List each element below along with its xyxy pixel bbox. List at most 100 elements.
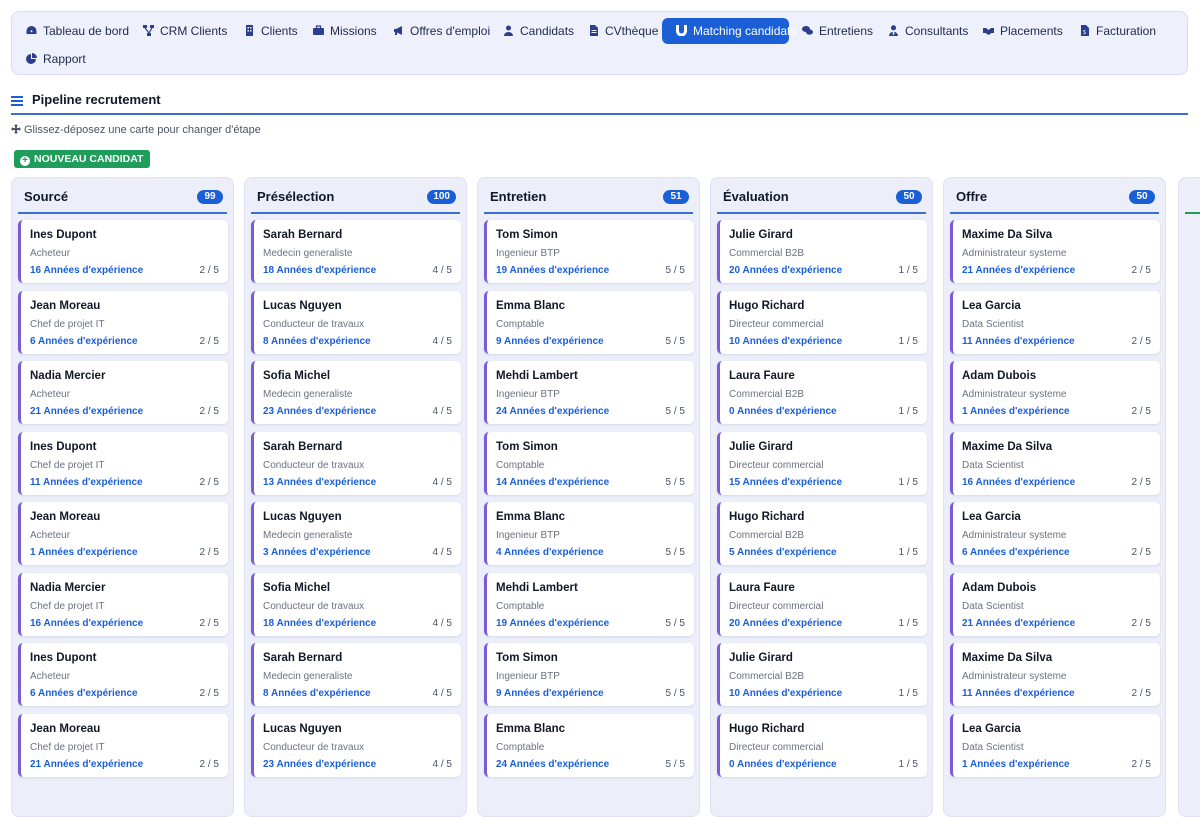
candidate-card[interactable]: Laura Faure Directeur commercial 20 Années… xyxy=(717,573,927,636)
candidate-experience: 9 Années d'expérience xyxy=(496,336,604,347)
candidate-card[interactable]: Emma Blanc Comptable 24 Années d'expérienc… xyxy=(484,714,694,777)
candidate-card[interactable]: Julie Girard Commercial B2B 20 Années d'ex… xyxy=(717,220,927,283)
candidate-role: Administrateur systeme xyxy=(962,248,1067,259)
candidate-card[interactable]: Ines Dupont Acheteur 6 Années d'expérience… xyxy=(18,643,228,706)
nav-tableau-de-bord[interactable]: Tableau de bord xyxy=(26,18,129,44)
candidate-card[interactable]: Tom Simon Comptable 14 Années d'expérience… xyxy=(484,432,694,495)
candidate-card[interactable]: Adam Dubois Data Scientist 21 Années d'exp… xyxy=(950,573,1160,636)
candidate-name: Maxime Da Silva xyxy=(962,229,1053,241)
candidate-card[interactable]: Jean Moreau Acheteur 1 Années d'expérience… xyxy=(18,502,228,565)
candidate-name: Ines Dupont xyxy=(30,229,97,241)
candidate-card[interactable]: Lea Garcia Data Scientist 1 Années d'expér… xyxy=(950,714,1160,777)
magnet-icon xyxy=(676,19,687,37)
candidate-card[interactable]: Maxime Da Silva Administrateur systeme 21 … xyxy=(950,220,1160,283)
candidate-experience: 21 Années d'expérience xyxy=(962,265,1076,276)
briefcase-icon xyxy=(313,19,324,35)
candidate-experience: 1 Années d'expérience xyxy=(962,759,1070,770)
candidate-name: Maxime Da Silva xyxy=(962,652,1053,664)
candidate-card[interactable]: Sofia Michel Medecin generaliste 23 Années… xyxy=(251,361,461,424)
candidate-experience: 24 Années d'expérience xyxy=(496,406,610,417)
candidate-card[interactable]: Maxime Da Silva Data Scientist 16 Années d… xyxy=(950,432,1160,495)
candidate-card[interactable]: Lea Garcia Data Scientist 11 Années d'expé… xyxy=(950,291,1160,354)
column-title: Évaluation xyxy=(723,189,789,204)
candidate-name: Lucas Nguyen xyxy=(263,511,342,523)
column-count-badge: 100 xyxy=(427,190,456,204)
column-divider xyxy=(18,212,227,214)
candidate-card[interactable]: Lea Garcia Administrateur systeme 6 Années… xyxy=(950,502,1160,565)
nav-cvtheque[interactable]: CVthèque xyxy=(588,18,658,44)
new-candidate-button[interactable]: + NOUVEAU CANDIDAT xyxy=(14,150,151,168)
nav-facturation[interactable]: $ Facturation xyxy=(1079,18,1156,44)
candidate-card[interactable]: Hugo Richard Directeur commercial 10 Année… xyxy=(717,291,927,354)
candidate-name: Jean Moreau xyxy=(30,723,101,735)
nav-entretiens[interactable]: Entretiens xyxy=(802,18,873,44)
candidate-score: 5 / 5 xyxy=(665,618,685,629)
candidate-card[interactable]: Lucas Nguyen Medecin generaliste 3 Années … xyxy=(251,502,461,565)
candidate-card[interactable]: Tom Simon Ingenieur BTP 9 Années d'expérie… xyxy=(484,643,694,706)
user-icon xyxy=(503,19,514,36)
candidate-card[interactable]: Mehdi Lambert Comptable 19 Années d'expéri… xyxy=(484,573,694,636)
candidate-role: Acheteur xyxy=(30,248,71,259)
candidate-card[interactable]: Jean Moreau Chef de projet IT 21 Années d'… xyxy=(18,714,228,777)
candidate-card[interactable]: Hugo Richard Directeur commercial 0 Années… xyxy=(717,714,927,777)
nav-missions[interactable]: Missions xyxy=(313,18,377,44)
candidate-card[interactable]: Sofia Michel Conducteur de travaux 18 Anné… xyxy=(251,573,461,636)
kanban-column: Entretien 51 Tom Simon Ingenieur BTP 19 Anné… xyxy=(477,177,700,817)
candidate-card[interactable]: Adam Dubois Administrateur systeme 1 Année… xyxy=(950,361,1160,424)
candidate-name: Ines Dupont xyxy=(30,441,97,453)
candidate-score: 4 / 5 xyxy=(432,406,452,417)
candidate-experience: 16 Années d'expérience xyxy=(962,477,1076,488)
nav-matching-candidats[interactable]: Matching candidats xyxy=(662,18,796,44)
svg-text:$: $ xyxy=(1083,30,1086,36)
nav-offres-emploi[interactable]: Offres d'emploi xyxy=(393,18,490,44)
candidate-card[interactable]: Sarah Bernard Medecin generaliste 18 Année… xyxy=(251,220,461,283)
nav-consultants[interactable]: Consultants xyxy=(888,18,968,44)
handshake-icon xyxy=(983,19,994,35)
candidate-card[interactable]: Emma Blanc Comptable 9 Années d'expérience… xyxy=(484,291,694,354)
candidate-score: 4 / 5 xyxy=(432,618,452,629)
kanban-column: Offre 50 Maxime Da Silva Administrateur sys… xyxy=(943,177,1166,817)
candidate-card[interactable]: Nadia Mercier Chef de projet IT 16 Années … xyxy=(18,573,228,636)
candidate-score: 4 / 5 xyxy=(432,547,452,558)
candidate-card[interactable]: Emma Blanc Ingenieur BTP 4 Années d'expéri… xyxy=(484,502,694,565)
candidate-card[interactable]: Julie Girard Commercial B2B 10 Années d'ex… xyxy=(717,643,927,706)
candidate-name: Sarah Bernard xyxy=(263,652,343,664)
nav-rapport[interactable]: Rapport xyxy=(26,46,86,72)
candidate-card[interactable]: Lucas Nguyen Conducteur de travaux 23 Anné… xyxy=(251,714,461,777)
column-divider xyxy=(484,212,693,214)
candidate-card[interactable]: Sarah Bernard Conducteur de travaux 13 Ann… xyxy=(251,432,461,495)
candidate-score: 2 / 5 xyxy=(1131,688,1151,699)
candidate-card[interactable]: Sarah Bernard Medecin generaliste 8 Années… xyxy=(251,643,461,706)
candidate-experience: 11 Années d'expérience xyxy=(962,688,1075,699)
column-header: Évaluation 50 xyxy=(711,178,932,214)
nav-candidats[interactable]: Candidats xyxy=(503,18,574,44)
candidate-card[interactable]: Ines Dupont Acheteur 16 Années d'expérienc… xyxy=(18,220,228,283)
candidate-card[interactable]: Hugo Richard Commercial B2B 5 Années d'exp… xyxy=(717,502,927,565)
nav-crm-clients[interactable]: CRM Clients xyxy=(143,18,227,44)
candidate-experience: 24 Années d'expérience xyxy=(496,759,610,770)
candidate-name: Mehdi Lambert xyxy=(496,370,578,382)
candidate-role: Ingenieur BTP xyxy=(496,671,560,682)
column-count-badge: 99 xyxy=(197,190,223,204)
candidate-card[interactable]: Lucas Nguyen Conducteur de travaux 8 Année… xyxy=(251,291,461,354)
candidate-card[interactable]: Julie Girard Directeur commercial 15 Année… xyxy=(717,432,927,495)
candidate-role: Comptable xyxy=(496,742,545,753)
candidate-name: Ines Dupont xyxy=(30,652,97,664)
drag-hint-text: Glissez-déposez une carte pour changer d… xyxy=(24,124,261,136)
candidate-card[interactable]: Nadia Mercier Acheteur 21 Années d'expérie… xyxy=(18,361,228,424)
candidate-card[interactable]: Jean Moreau Chef de projet IT 6 Années d'e… xyxy=(18,291,228,354)
candidate-score: 4 / 5 xyxy=(432,759,452,770)
column-count-badge: 50 xyxy=(1129,190,1155,204)
nav-placements[interactable]: Placements xyxy=(983,18,1063,44)
megaphone-icon xyxy=(393,19,404,35)
column-divider xyxy=(717,212,926,214)
candidate-experience: 16 Années d'expérience xyxy=(30,618,144,629)
nav-clients[interactable]: Clients xyxy=(244,18,298,44)
candidate-role: Chef de projet IT xyxy=(30,319,105,330)
candidate-card[interactable]: Ines Dupont Chef de projet IT 11 Années d'… xyxy=(18,432,228,495)
candidate-card[interactable]: Mehdi Lambert Ingenieur BTP 24 Années d'ex… xyxy=(484,361,694,424)
candidate-card[interactable]: Laura Faure Commercial B2B 0 Années d'expé… xyxy=(717,361,927,424)
candidate-card[interactable]: Tom Simon Ingenieur BTP 19 Années d'expéri… xyxy=(484,220,694,283)
candidate-card[interactable]: Maxime Da Silva Administrateur systeme 11 … xyxy=(950,643,1160,706)
candidate-experience: 0 Années d'expérience xyxy=(729,406,837,417)
